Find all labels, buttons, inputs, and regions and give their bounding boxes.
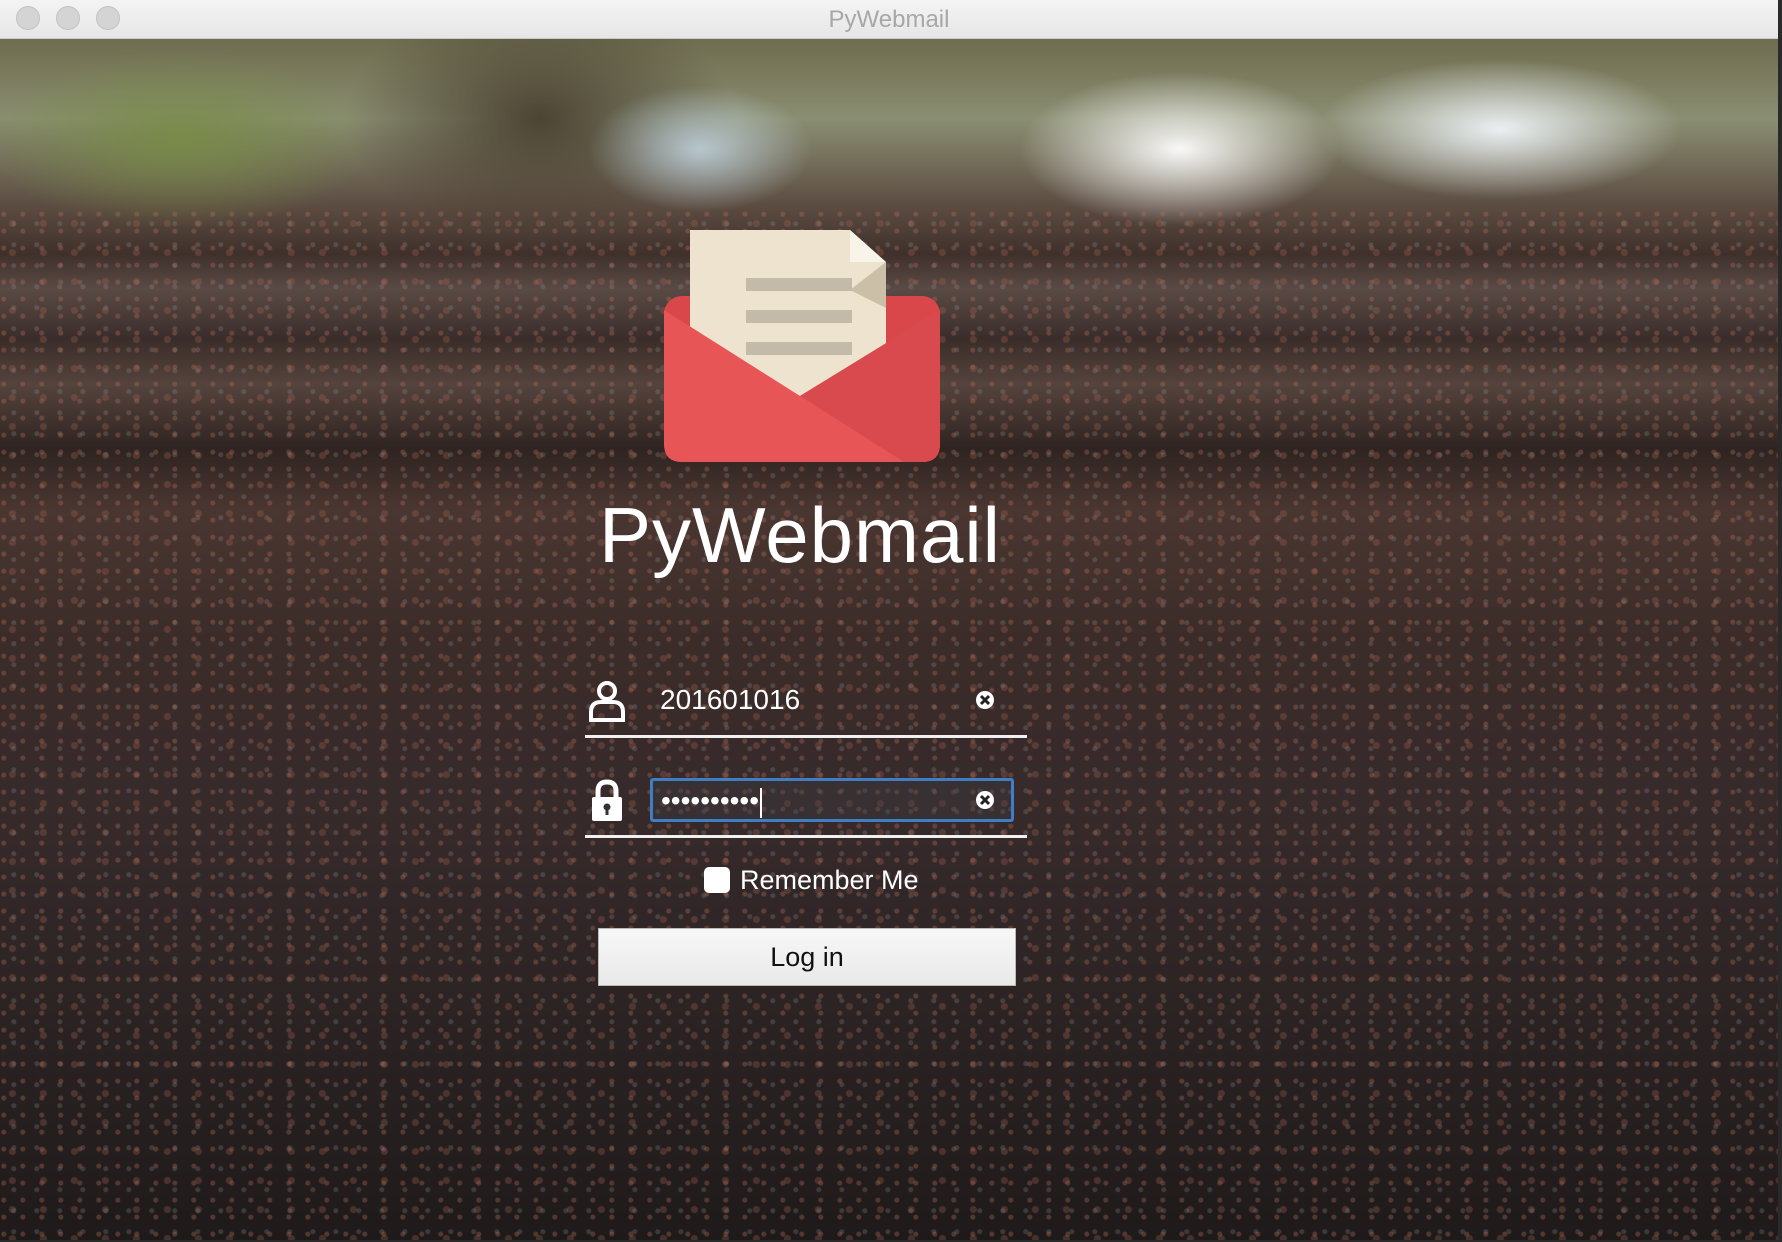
remember-me-checkbox[interactable] (704, 867, 730, 893)
clear-username-icon[interactable] (975, 690, 995, 710)
username-input[interactable]: 201601016 (650, 678, 1014, 722)
open-envelope-icon (664, 230, 940, 462)
password-row: •••••••••• (585, 766, 1027, 838)
remember-me-label[interactable]: Remember Me (740, 865, 919, 896)
username-underline (585, 735, 1027, 738)
clear-password-icon[interactable] (975, 790, 995, 810)
app-title: PyWebmail (598, 491, 1001, 579)
login-button[interactable]: Log in (598, 928, 1016, 986)
title-bar: PyWebmail (0, 0, 1778, 39)
text-caret (760, 787, 763, 818)
password-input[interactable]: •••••••••• (650, 778, 1014, 822)
window-title: PyWebmail (828, 6, 950, 33)
app-window: PyWebmail PyWebmail 201601016 ••••••••••… (0, 0, 1778, 1240)
password-underline (585, 835, 1027, 838)
username-row: 201601016 (585, 666, 1027, 738)
background-photo (0, 39, 1778, 1240)
lock-icon (592, 779, 622, 821)
user-icon (589, 681, 625, 722)
password-mask: •••••••••• (661, 785, 760, 816)
